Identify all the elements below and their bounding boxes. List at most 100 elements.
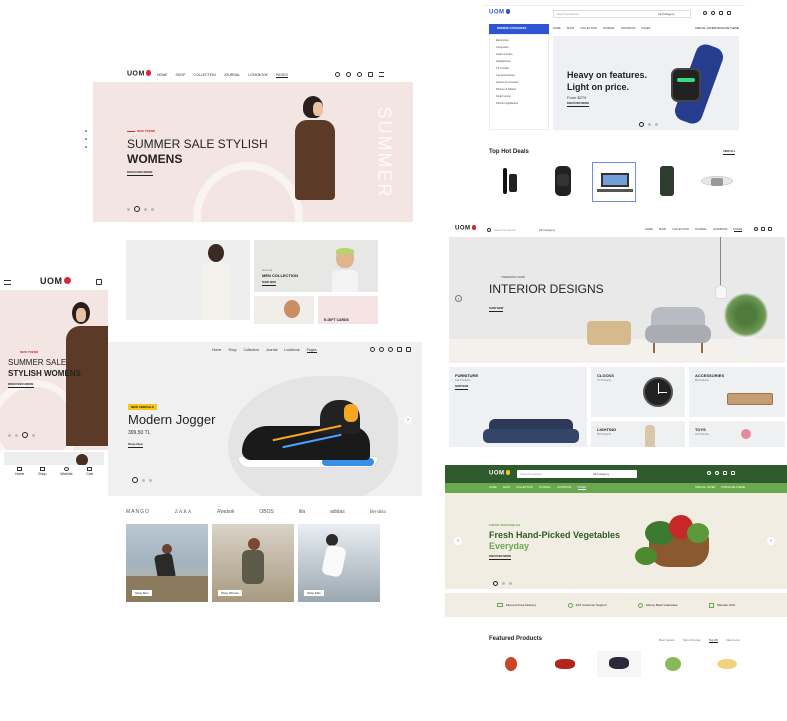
category-item[interactable]: Phones & Tablets — [496, 88, 542, 91]
category-select[interactable]: All Category — [593, 472, 609, 476]
nav-lookbook[interactable]: Lookbook — [284, 348, 299, 353]
special-offer-link[interactable]: SPECIAL OFFER — [695, 27, 715, 30]
electronics-slider-dots[interactable] — [639, 122, 658, 127]
tab-best-sellers[interactable]: Best Sellers — [659, 638, 675, 643]
slider-dot[interactable] — [32, 433, 35, 437]
category-item[interactable]: Headphones — [496, 60, 542, 63]
menu-icon[interactable] — [406, 347, 411, 352]
brand-zara[interactable]: ZARA — [175, 510, 193, 515]
slider-prev-arrow[interactable]: ‹ — [455, 295, 462, 302]
social-icon[interactable] — [85, 146, 87, 148]
special-offer-link[interactable]: SPECIAL OFFER — [695, 486, 715, 489]
brand-bershka[interactable]: Bershka — [370, 510, 386, 515]
fashion-logo[interactable]: UOM — [127, 70, 152, 77]
nav-home[interactable]: HOME — [645, 228, 653, 232]
heart-icon[interactable] — [357, 72, 362, 77]
heart-icon[interactable] — [711, 11, 715, 15]
slider-dot-active[interactable] — [22, 432, 28, 438]
menu-icon[interactable] — [379, 72, 384, 77]
heart-icon[interactable] — [715, 471, 719, 475]
kids-collection-card[interactable] — [254, 296, 314, 324]
user-icon[interactable] — [703, 11, 707, 15]
nav-home[interactable]: HOME — [553, 27, 561, 30]
search-icon[interactable] — [335, 72, 340, 77]
category-item[interactable]: Games & Consoles — [496, 81, 542, 84]
shop-women-tile[interactable]: Shop Women — [212, 524, 294, 602]
nav-pages[interactable]: Pages — [306, 348, 317, 353]
hero-slider-dots[interactable] — [127, 206, 154, 212]
nav-lookbook[interactable]: LOOKBOOK — [621, 27, 636, 30]
women-collection-card[interactable] — [126, 240, 250, 320]
user-icon[interactable] — [379, 347, 384, 352]
toys-card[interactable]: TOYS 42 Products — [689, 421, 785, 447]
shop-kids-tile[interactable]: Shop Kids — [298, 524, 380, 602]
category-item[interactable]: Smart Home — [496, 95, 542, 98]
nav-journal[interactable]: JOURNAL — [695, 228, 707, 232]
nav-pages[interactable]: PAGES — [733, 228, 743, 232]
furniture-hero-cta[interactable]: SHOP NOW — [489, 307, 504, 312]
product-card[interactable] — [597, 651, 641, 677]
deals-view-all[interactable]: VIEW ALL — [723, 150, 736, 155]
nav-journal[interactable]: Journal — [266, 348, 277, 353]
tab-top-20[interactable]: Top 20 — [708, 638, 718, 643]
search-icon[interactable] — [370, 347, 375, 352]
heart-icon[interactable] — [754, 227, 758, 231]
shop-men-tile[interactable]: Shop Men — [126, 524, 208, 602]
category-item[interactable]: Kitchen Appliances — [496, 102, 542, 105]
nav-home[interactable]: HOME — [489, 486, 497, 490]
mobile-hero-cta[interactable]: DISCOVER MORE — [8, 382, 34, 388]
nav-journal[interactable]: JOURNAL — [539, 486, 551, 490]
slider-next-arrow[interactable]: › — [767, 537, 775, 545]
user-icon[interactable] — [707, 471, 711, 475]
cart-icon[interactable] — [719, 11, 723, 15]
purchase-theme-link[interactable]: PURCHASE THEME — [715, 27, 739, 30]
product-card[interactable] — [543, 651, 587, 677]
nav-shop[interactable]: SHOP — [659, 228, 666, 232]
slider-dot[interactable] — [15, 433, 18, 437]
electronics-hero-cta[interactable]: DISCOVER MORE — [567, 102, 590, 107]
category-item[interactable]: Audio & Video — [496, 53, 542, 56]
category-select[interactable]: All Category — [658, 12, 674, 16]
hero-cta[interactable]: DISCOVER MORE — [127, 170, 153, 176]
electronics-logo[interactable]: UOM — [489, 9, 511, 16]
nav-shop[interactable]: Shop — [228, 348, 236, 353]
slider-dot-active[interactable] — [639, 122, 644, 127]
slider-dot-active[interactable] — [134, 206, 140, 212]
brand-mango[interactable]: MANGO — [126, 509, 150, 515]
category-item[interactable]: Car Accessories — [496, 74, 542, 77]
nav-journal[interactable]: JOURNAL — [224, 73, 240, 78]
nav-collection[interactable]: COLLECTION — [672, 228, 689, 232]
grocery-slider-dots[interactable] — [493, 581, 512, 586]
slider-dot[interactable] — [502, 582, 505, 585]
furniture-category-select[interactable]: All Category — [539, 228, 555, 232]
men-card-cta[interactable]: SHOP NOW — [262, 281, 276, 286]
electronics-search[interactable]: Search products All Category — [553, 10, 691, 18]
grocery-hero-cta[interactable]: DISCOVER MORE — [489, 555, 512, 560]
slider-dot-active[interactable] — [132, 477, 138, 483]
nav-collection[interactable]: Collection — [244, 348, 259, 353]
product-card[interactable] — [489, 651, 533, 677]
bottom-nav-wishlist[interactable]: Wishlist — [60, 465, 72, 483]
nav-pages[interactable]: PAGES — [642, 27, 651, 30]
nav-shop[interactable]: SHOP — [567, 27, 574, 30]
nav-journal[interactable]: JOURNAL — [603, 27, 615, 30]
mobile-menu-icon[interactable] — [4, 280, 11, 285]
slider-dot[interactable] — [509, 582, 512, 585]
menu-icon[interactable] — [768, 227, 772, 231]
deal-firestick[interactable] — [489, 162, 533, 202]
slider-dot[interactable] — [648, 123, 651, 126]
nav-lookbook[interactable]: LOOKBOOK — [248, 73, 268, 78]
brand-obos[interactable]: OBOS — [259, 509, 273, 515]
nav-pages[interactable]: PAGES — [577, 486, 587, 490]
slider-dot[interactable] — [149, 478, 152, 482]
slider-dot-active[interactable] — [493, 581, 498, 586]
mobile-logo[interactable]: UOM — [40, 276, 71, 286]
social-icon[interactable] — [85, 138, 87, 140]
purchase-theme-link[interactable]: PURCHASE THEME — [721, 486, 745, 489]
slider-dot[interactable] — [8, 433, 11, 437]
social-icon[interactable] — [85, 130, 87, 132]
lighting-card[interactable]: LIGHTING 56 Products — [591, 421, 685, 447]
category-item[interactable]: Electronics — [496, 39, 542, 42]
nav-lookbook[interactable]: LOOKBOOK — [713, 228, 728, 232]
brand-reebok[interactable]: Reebok — [217, 509, 234, 515]
